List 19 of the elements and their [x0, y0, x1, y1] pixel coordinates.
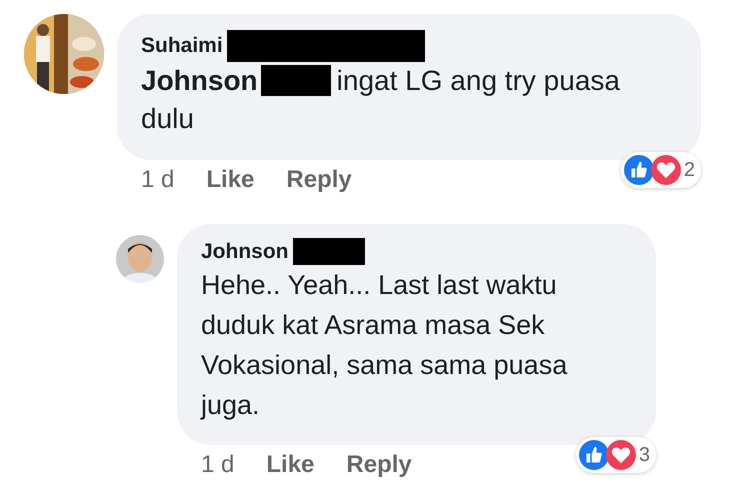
comment-text: Hehe.. Yeah... Last last waktu: [201, 270, 557, 300]
reaction-count: 3: [638, 444, 650, 466]
like-link[interactable]: Like: [266, 451, 314, 479]
comment-text: dulu: [141, 103, 194, 134]
reactions-pill[interactable]: 2: [620, 152, 701, 188]
comment-text: ingat LG ang try puasa: [336, 65, 620, 96]
timestamp[interactable]: 1 d: [141, 166, 174, 194]
reactions-pill[interactable]: 3: [576, 437, 656, 473]
reply-link[interactable]: Reply: [346, 451, 412, 479]
mention-link[interactable]: Johnson: [141, 65, 258, 96]
comment-text: Vokasional, sama sama puasa: [201, 350, 568, 380]
author-name[interactable]: Suhaimi: [141, 34, 223, 58]
reply-link[interactable]: Reply: [286, 166, 352, 194]
reaction-count: 2: [684, 158, 695, 182]
comment-text: juga.: [201, 390, 260, 420]
author-name[interactable]: Johnson: [201, 240, 288, 264]
like-link[interactable]: Like: [206, 166, 254, 194]
timestamp[interactable]: 1 d: [201, 451, 234, 479]
comment-text: duduk kat Asrama masa Sek: [201, 310, 545, 340]
